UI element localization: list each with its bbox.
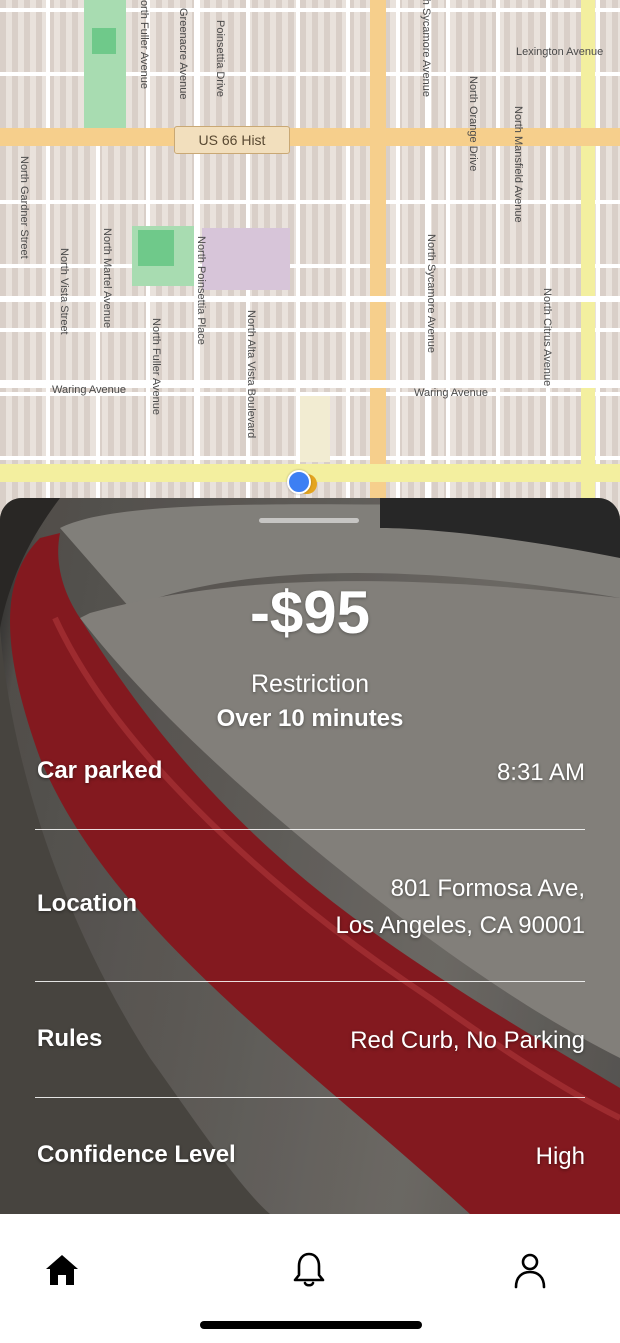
row-car-parked: Car parked 8:31 AM [35,754,585,794]
street-label: North Mansfield Avenue [512,106,524,223]
row-location: Location 801 Formosa Ave, Los Angeles, C… [35,870,585,946]
ticket-sheet[interactable]: -$95 Restriction Over 10 minutes Car par… [0,498,620,1214]
divider [35,829,585,830]
row-rules: Rules Red Curb, No Parking [35,1022,585,1062]
street-label: Waring Avenue [52,384,126,396]
current-location-dot[interactable] [287,470,311,494]
row-label: Location [37,890,137,917]
park-area [84,0,126,128]
row-label: Rules [37,1025,103,1052]
street-label: Poinsettia Drive [214,20,226,98]
route-shield: US 66 Hist [174,126,290,154]
road-highland [581,0,595,520]
divider [35,1097,585,1098]
street-label: North Martel Avenue [101,228,113,329]
fine-amount: -$95 [249,579,371,646]
restriction-value: Over 10 minutes [216,705,404,732]
street-label: North Fuller Avenue [150,318,162,416]
street-label: Lexington Avenue [516,46,604,58]
restriction-label: Restriction [250,670,370,698]
school-lot [202,228,290,290]
street-label: North Sycamore Avenue [420,0,432,98]
tab-notifications[interactable] [289,1250,329,1290]
road-us66 [0,128,620,146]
street-label: Greenacre Avenue [177,8,189,100]
street-label: North Alta Vista Boulevard [245,310,257,439]
drag-handle[interactable] [259,518,359,523]
lot-area [300,396,330,462]
tab-home[interactable] [42,1250,82,1290]
street-label: North Sycamore Avenue [425,234,437,354]
map-view[interactable]: US 66 Hist North Fuller Avenue Greenacre… [0,0,620,520]
road-cross [0,296,620,302]
road-la-brea [370,0,386,520]
row-confidence: Confidence Level High [35,1138,585,1178]
row-value-line2: Los Angeles, CA 90001 [335,912,585,939]
home-icon [46,1255,78,1285]
bell-icon [293,1252,325,1287]
park-area-dark [92,28,116,54]
street-label: North Poinsettia Place [195,236,207,345]
row-label: Confidence Level [37,1141,236,1168]
park-area-dark [138,230,174,266]
row-label: Car parked [37,757,163,784]
divider [35,981,585,982]
street-label: Waring Avenue [414,387,488,399]
tab-profile[interactable] [510,1250,550,1290]
street-label: North Citrus Avenue [541,288,553,387]
row-value: High [535,1143,585,1170]
row-value: 8:31 AM [496,759,585,786]
street-label: North Orange Drive [467,76,479,172]
street-label: North Gardner Street [18,156,30,259]
profile-icon [514,1253,546,1289]
street-label: North Fuller Avenue [138,0,150,90]
street-label: North Vista Street [58,248,70,335]
home-indicator[interactable] [200,1321,422,1329]
row-value-line1: 801 Formosa Ave, [390,875,585,902]
row-value: Red Curb, No Parking [350,1027,585,1054]
